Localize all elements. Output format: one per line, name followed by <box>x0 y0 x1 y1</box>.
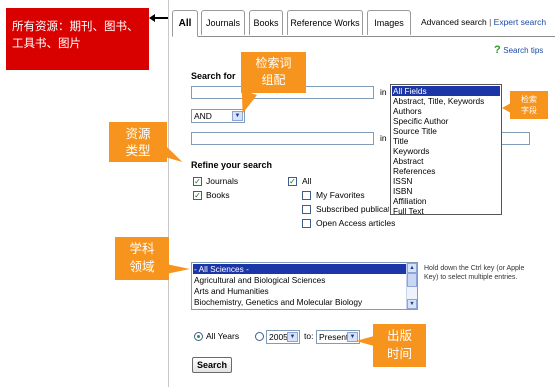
my-favorites-checkbox[interactable] <box>302 191 311 200</box>
all-sources-label: All <box>302 176 312 186</box>
books-checkbox[interactable]: ✓ <box>193 191 202 200</box>
annotation-publication-time: 出版时间 <box>373 324 426 367</box>
header-separator: | <box>489 17 492 27</box>
boolean-operator-value: AND <box>194 111 212 121</box>
subscribed-checkbox[interactable] <box>302 205 311 214</box>
subject-option[interactable]: - All Sciences - <box>193 264 406 274</box>
year-range-radio[interactable] <box>255 332 264 341</box>
scroll-up-icon[interactable]: ▲ <box>407 263 417 273</box>
callout-pointer-icon <box>166 264 190 274</box>
annotation-all-resources: 所有资源：期刊、图书、工具书、图片 <box>6 8 149 70</box>
scroll-thumb[interactable] <box>407 273 417 287</box>
tab-journals-label: Journals <box>205 18 241 28</box>
annotation-resource-type-text: 资源类型 <box>125 126 151 158</box>
ctrl-key-hint: Hold down the Ctrl key (or Apple Key) to… <box>424 265 525 281</box>
tab-all[interactable]: All <box>172 10 198 37</box>
tab-images-label: Images <box>374 18 404 28</box>
help-icon: ? <box>494 44 501 56</box>
search-tips[interactable]: ? Search tips <box>494 44 543 56</box>
all-years-radio[interactable] <box>194 332 203 341</box>
callout-pointer-icon <box>356 336 374 346</box>
books-label: Books <box>206 190 230 200</box>
to-year-select[interactable]: Present ▼ <box>316 330 360 344</box>
subject-option[interactable]: Agricultural and Biological Sciences <box>193 275 325 285</box>
annotation-term-combination-text: 检索词组配 <box>255 56 292 87</box>
field-option[interactable]: All Fields <box>392 86 500 96</box>
journals-checkbox[interactable]: ✓ <box>193 177 202 186</box>
from-year-value: 2005 <box>269 332 288 342</box>
field-option[interactable]: Abstract <box>392 156 423 166</box>
field-option[interactable]: Keywords <box>392 146 429 156</box>
search-field-select-2-edge[interactable] <box>501 132 530 145</box>
in-label-1: in <box>380 87 387 97</box>
tab-journals[interactable]: Journals <box>201 10 245 35</box>
field-option[interactable]: Abstract, Title, Keywords <box>392 96 484 106</box>
tab-books[interactable]: Books <box>249 10 283 35</box>
search-tips-link[interactable]: Search tips <box>503 46 543 55</box>
tab-books-label: Books <box>253 18 279 28</box>
field-option[interactable]: ISBN <box>392 186 412 196</box>
annotation-search-fields: 检索字段 <box>510 91 548 119</box>
from-year-select[interactable]: 2005 ▼ <box>266 330 300 344</box>
expert-search-link[interactable]: Expert search <box>494 17 546 27</box>
journals-label: Journals <box>206 176 239 186</box>
tab-all-label: All <box>178 18 192 29</box>
field-option[interactable]: Full Text <box>392 206 424 216</box>
subject-scrollbar[interactable]: ▲ ▼ <box>406 263 417 309</box>
subject-option[interactable]: Biochemistry, Genetics and Molecular Bio… <box>193 297 362 307</box>
annotation-subject-area-text: 学科领域 <box>129 241 155 274</box>
subscribed-label: Subscribed publications <box>316 204 389 214</box>
refine-title: Refine your search <box>191 160 273 170</box>
annotation-all-resources-text: 所有资源：期刊、图书、工具书、图片 <box>12 19 139 50</box>
search-for-label: Search for <box>191 71 236 81</box>
callout-pointer-icon <box>502 103 511 113</box>
field-option[interactable]: References <box>392 166 435 176</box>
field-option[interactable]: ISSN <box>392 176 412 186</box>
open-access-checkbox[interactable] <box>302 219 311 228</box>
all-years-label: All Years <box>206 331 240 341</box>
search-field-listbox[interactable]: All Fields Abstract, Title, Keywords Aut… <box>390 84 502 216</box>
annotation-term-combination: 检索词组配 <box>241 52 306 93</box>
annotation-search-fields-text: 检索字段 <box>521 95 537 115</box>
in-label-2: in <box>380 133 387 143</box>
annotation-subject-area: 学科领域 <box>115 237 169 280</box>
to-label: to: <box>304 331 314 341</box>
header-links: Advanced search | Expert search <box>421 17 555 27</box>
to-year-value: Present <box>319 332 349 342</box>
annotation-publication-time-text: 出版时间 <box>386 328 412 361</box>
open-access-label: Open Access articles <box>316 218 396 228</box>
subject-area-listbox[interactable]: - All Sciences - Agricultural and Biolog… <box>191 262 418 310</box>
field-option[interactable]: Affiliation <box>392 196 427 206</box>
field-option[interactable]: Authors <box>392 106 422 116</box>
tab-reference-works[interactable]: Reference Works <box>287 10 363 35</box>
chevron-down-icon: ▼ <box>287 332 298 342</box>
tab-images[interactable]: Images <box>367 10 411 35</box>
all-sources-checkbox[interactable]: ✓ <box>288 177 297 186</box>
scroll-down-icon[interactable]: ▼ <box>407 299 417 309</box>
subject-option[interactable]: Arts and Humanities <box>193 286 269 296</box>
search-term-input-2[interactable] <box>191 132 374 145</box>
my-favorites-label: My Favorites <box>316 190 365 200</box>
tab-reference-works-label: Reference Works <box>290 18 360 28</box>
advanced-search-link[interactable]: Advanced search <box>421 17 487 27</box>
field-option[interactable]: Specific Author <box>392 116 448 126</box>
search-button[interactable]: Search <box>192 357 232 373</box>
field-option[interactable]: Title <box>392 136 408 146</box>
field-option[interactable]: Source Title <box>392 126 437 136</box>
annotation-resource-type: 资源类型 <box>109 122 167 162</box>
